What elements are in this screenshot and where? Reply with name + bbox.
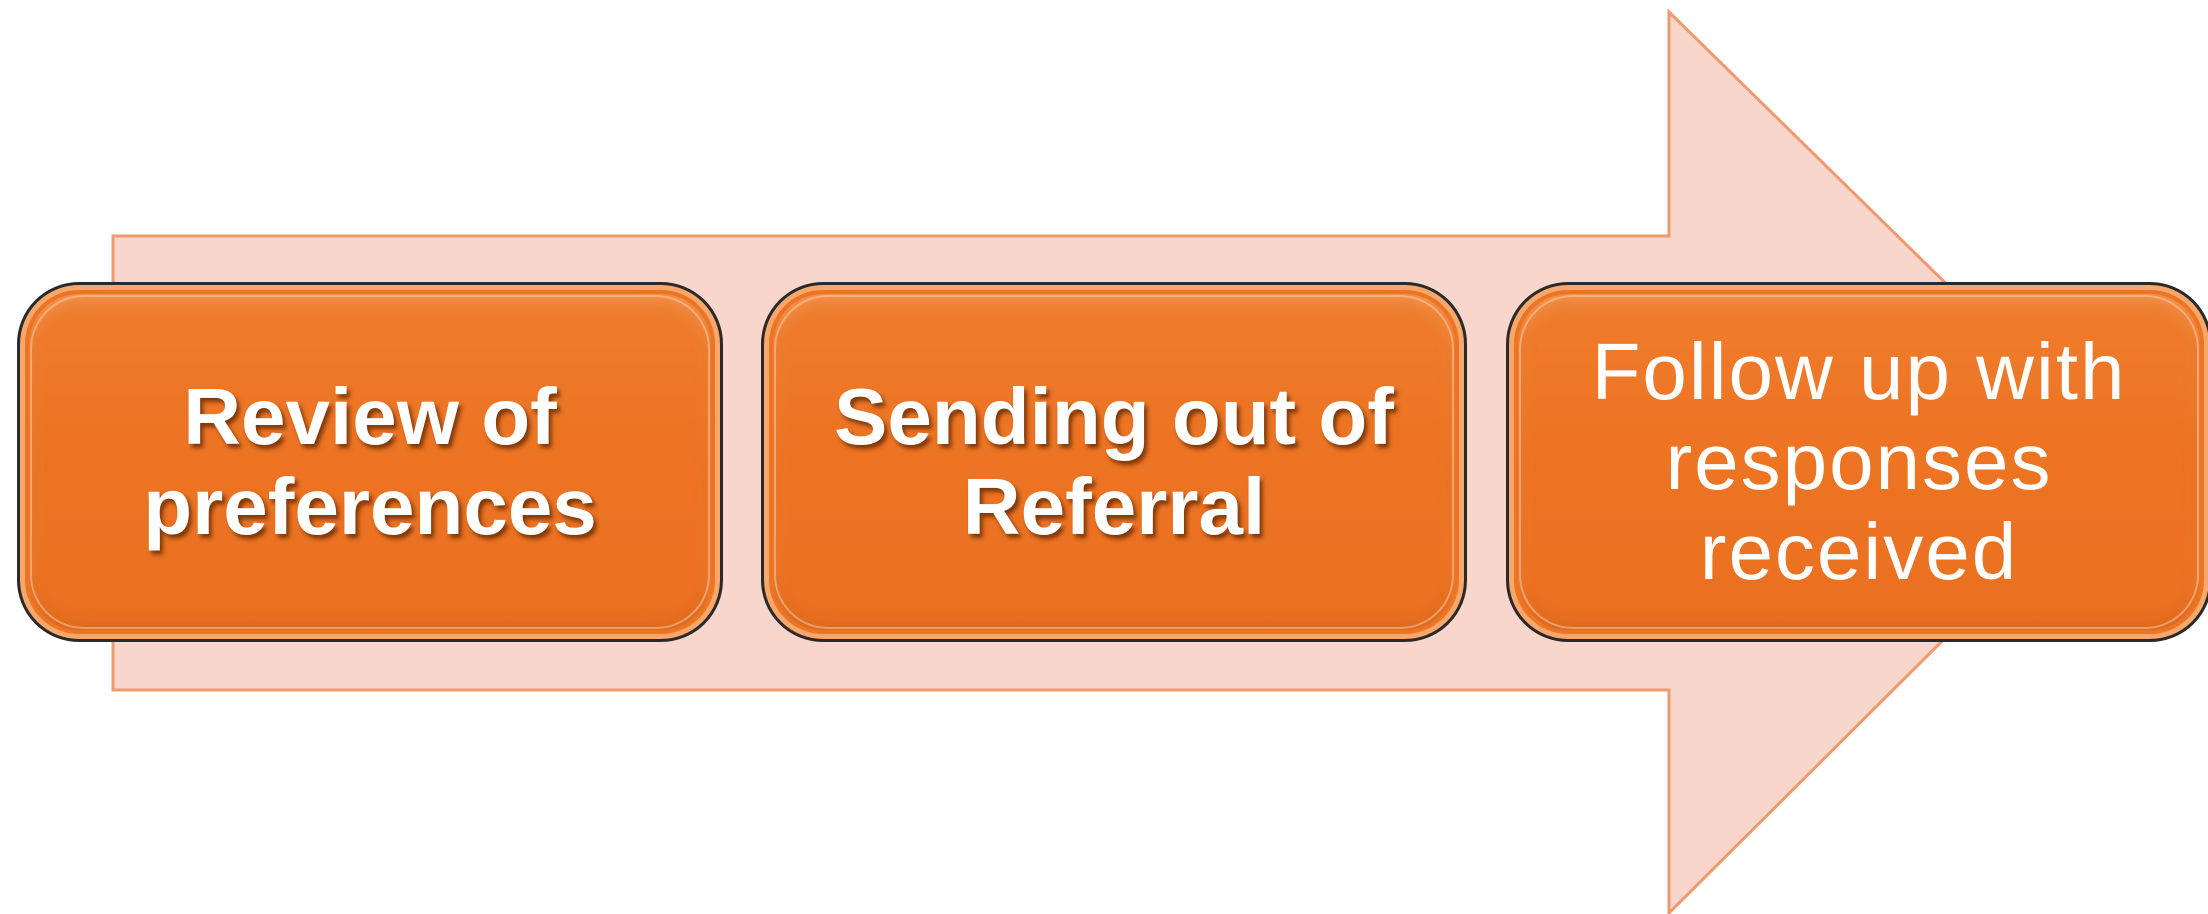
step-label-line: Sending out of — [834, 372, 1394, 461]
step-label: Sending out of Referral — [804, 372, 1424, 552]
step-label-line: Review of — [183, 372, 557, 461]
step-label-line: preferences — [143, 462, 597, 551]
step-box-review-of-preferences: Review of preferences — [17, 282, 723, 642]
step-label-line: Follow up with — [1591, 327, 2127, 416]
process-diagram: Review of preferences Sending out of Ref… — [0, 0, 2208, 914]
step-box-follow-up-with-responses: Follow up with responses received — [1506, 282, 2208, 642]
step-label-line: received — [1699, 507, 2019, 596]
step-box-sending-out-of-referral: Sending out of Referral — [761, 282, 1467, 642]
step-label: Follow up with responses received — [1549, 327, 2169, 597]
step-label: Review of preferences — [60, 372, 680, 552]
step-label-line: responses — [1665, 417, 2053, 506]
step-label-line: Referral — [962, 462, 1266, 551]
